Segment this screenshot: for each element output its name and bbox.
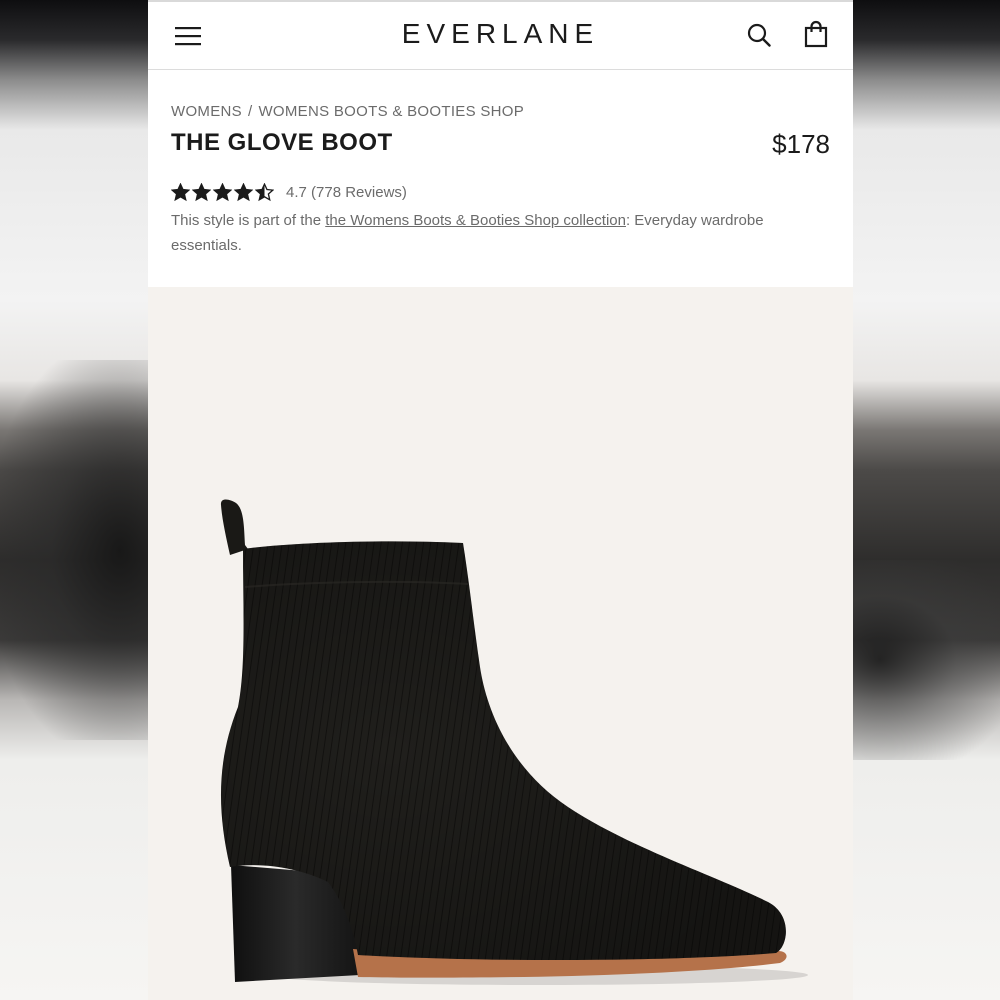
star-icon [255, 182, 274, 201]
product-rating[interactable]: 4.7 (778 Reviews) [171, 182, 407, 202]
star-icon [234, 182, 253, 201]
product-price: $178 [772, 129, 830, 159]
star-rating [171, 182, 274, 202]
mobile-product-page: EVERLANE WOMENS / WOMENS BOOTS & BOOTIES S… [148, 0, 853, 1000]
search-icon[interactable] [746, 22, 772, 48]
breadcrumb-item-womens[interactable]: WOMENS [171, 103, 242, 120]
breadcrumb: WOMENS / WOMENS BOOTS & BOOTIES SHOP [171, 103, 524, 120]
rating-value: 4.7 [286, 183, 307, 201]
breadcrumb-separator: / [247, 103, 253, 120]
product-description: This style is part of the the Womens Boo… [171, 208, 831, 258]
reviews-count: (778 Reviews) [311, 183, 407, 201]
top-navigation-bar: EVERLANE [148, 2, 853, 70]
description-prefix: This style is part of the [171, 212, 326, 229]
star-icon [213, 182, 232, 201]
black-knit-ankle-boot [220, 499, 808, 985]
product-image[interactable] [148, 287, 853, 1000]
breadcrumb-item-boots-shop[interactable]: WOMENS BOOTS & BOOTIES SHOP [258, 103, 524, 120]
pull-tab [220, 499, 248, 555]
product-info: WOMENS / WOMENS BOOTS & BOOTIES SHOP THE G… [148, 71, 853, 287]
collection-link[interactable]: the Womens Boots & Booties Shop collecti… [325, 212, 626, 229]
product-title: THE GLOVE BOOT [171, 129, 393, 156]
shopping-bag-icon[interactable] [803, 20, 829, 48]
star-icon [192, 182, 211, 201]
rating-summary: 4.7 (778 Reviews) [286, 184, 407, 201]
star-icon [171, 182, 190, 201]
